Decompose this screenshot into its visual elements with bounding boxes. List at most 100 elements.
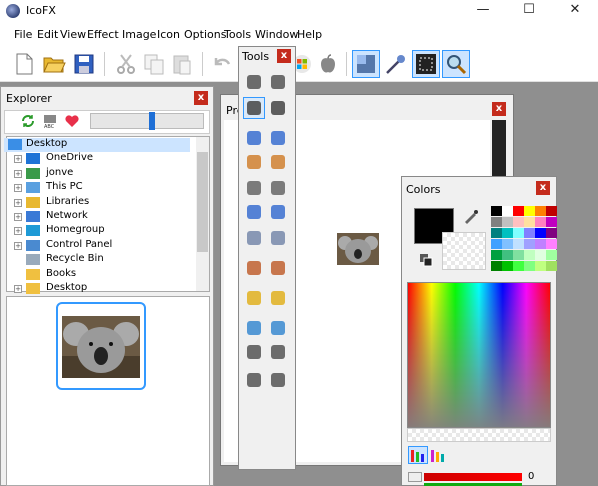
ellipse-icon[interactable]: [268, 202, 288, 222]
color-spectrum-picker[interactable]: [407, 282, 551, 428]
preview-scrollbar[interactable]: [492, 120, 506, 180]
tree-item[interactable]: + Libraries: [8, 196, 194, 210]
explorer-close-button[interactable]: x: [194, 91, 208, 105]
palette-swatch[interactable]: [535, 217, 546, 227]
refresh-icon[interactable]: [20, 113, 36, 129]
palette-swatch[interactable]: [535, 206, 546, 216]
tools-close-button[interactable]: x: [277, 49, 291, 63]
save-icon[interactable]: [72, 52, 96, 76]
palette-swatch[interactable]: [513, 206, 524, 216]
minimize-button[interactable]: —: [460, 0, 506, 22]
palette-swatch[interactable]: [502, 228, 513, 238]
nudge-arrows-icon[interactable]: [268, 370, 288, 390]
menu-icon[interactable]: Icon: [157, 28, 180, 41]
new-file-icon[interactable]: [12, 52, 36, 76]
tree-item[interactable]: + Homegroup: [8, 224, 194, 238]
spray-icon[interactable]: [268, 128, 288, 148]
colors-close-button[interactable]: x: [536, 181, 550, 195]
palette-swatch[interactable]: [491, 228, 502, 238]
palette-swatch[interactable]: [513, 228, 524, 238]
palette-swatch[interactable]: [502, 206, 513, 216]
close-button[interactable]: ✕: [552, 0, 598, 22]
zoom-tool-icon[interactable]: [268, 258, 288, 278]
thumbnail-size-slider[interactable]: [90, 113, 204, 129]
palette-swatch[interactable]: [513, 217, 524, 227]
palette-swatch[interactable]: [513, 261, 524, 271]
tree-item[interactable]: + Network: [8, 210, 194, 224]
apple-icon[interactable]: [316, 52, 340, 76]
palette-swatch[interactable]: [491, 261, 502, 271]
swap-colors-icon[interactable]: [462, 208, 480, 226]
rectangle-icon[interactable]: [268, 178, 288, 198]
palette-swatch[interactable]: [491, 250, 502, 260]
menu-image[interactable]: Image: [122, 28, 156, 41]
palette-swatch[interactable]: [546, 217, 557, 227]
palette-swatch[interactable]: [535, 261, 546, 271]
eraser-icon[interactable]: [268, 98, 288, 118]
hsv-bars-icon[interactable]: [430, 448, 446, 462]
text-icon[interactable]: [244, 98, 264, 118]
palette-swatch[interactable]: [546, 239, 557, 249]
marquee-select-icon[interactable]: [244, 72, 264, 92]
menu-window[interactable]: Window: [255, 28, 298, 41]
expand-icon[interactable]: +: [14, 155, 22, 164]
color-picker-icon[interactable]: [244, 258, 264, 278]
menu-options[interactable]: Options: [184, 28, 226, 41]
menu-effect[interactable]: Effect: [87, 28, 119, 41]
palette-swatch[interactable]: [502, 217, 513, 227]
tree-item[interactable]: Desktop: [4, 138, 190, 152]
rounded-rect-icon[interactable]: [244, 202, 264, 222]
palette-swatch[interactable]: [491, 206, 502, 216]
paste-icon[interactable]: [170, 52, 194, 76]
tree-item[interactable]: + Desktop: [8, 282, 194, 296]
menu-file[interactable]: File: [14, 28, 32, 41]
transparent-color-swatch[interactable]: [442, 232, 486, 270]
palette-swatch[interactable]: [502, 250, 513, 260]
palette-swatch[interactable]: [502, 239, 513, 249]
palette-swatch[interactable]: [535, 250, 546, 260]
reset-colors-icon[interactable]: [418, 252, 434, 268]
expand-icon[interactable]: +: [14, 169, 22, 178]
palette-swatch[interactable]: [524, 261, 535, 271]
menu-edit[interactable]: Edit: [37, 28, 58, 41]
tree-item[interactable]: Books: [8, 268, 194, 282]
expand-icon[interactable]: +: [14, 227, 22, 236]
expand-icon[interactable]: +: [14, 285, 22, 293]
alpha-value-bar[interactable]: [424, 473, 522, 481]
wand-icon[interactable]: [384, 52, 408, 76]
palette-swatch[interactable]: [524, 228, 535, 238]
pencil-icon[interactable]: [268, 152, 288, 172]
arrows-up-icon[interactable]: [244, 318, 264, 338]
palette-swatch[interactable]: [513, 250, 524, 260]
lightbulb-icon[interactable]: [244, 288, 264, 308]
copy-icon[interactable]: [142, 52, 166, 76]
drop-icon[interactable]: [268, 288, 288, 308]
expand-icon[interactable]: +: [14, 241, 22, 250]
menu-view[interactable]: View: [60, 28, 86, 41]
maximize-button[interactable]: ☐: [506, 0, 552, 22]
sort-abc-icon[interactable]: ABC: [42, 113, 58, 129]
preview-close-button[interactable]: x: [492, 102, 506, 116]
palette-swatch[interactable]: [491, 239, 502, 249]
palette-swatch[interactable]: [524, 250, 535, 260]
palette-swatch[interactable]: [524, 239, 535, 249]
palette-swatch[interactable]: [546, 206, 557, 216]
crop-icon[interactable]: [268, 72, 288, 92]
favorite-heart-icon[interactable]: [64, 113, 80, 129]
tree-item[interactable]: Recycle Bin: [8, 253, 194, 267]
expand-icon[interactable]: +: [14, 198, 22, 207]
palette-swatch[interactable]: [546, 261, 557, 271]
palette-swatch[interactable]: [535, 228, 546, 238]
palette-swatch[interactable]: [546, 250, 557, 260]
open-folder-icon[interactable]: [42, 52, 66, 76]
tree-item[interactable]: + jonve: [8, 167, 194, 181]
arrows-swap-icon[interactable]: [268, 318, 288, 338]
slider-thumb[interactable]: [149, 112, 155, 130]
palette-swatch[interactable]: [546, 228, 557, 238]
move-arrows-icon[interactable]: [244, 370, 264, 390]
tree-item[interactable]: + Control Panel: [8, 239, 194, 253]
palette-swatch[interactable]: [524, 206, 535, 216]
tree-item[interactable]: + This PC: [8, 181, 194, 195]
menu-tools[interactable]: Tools: [224, 28, 251, 41]
brush-icon[interactable]: [244, 152, 264, 172]
